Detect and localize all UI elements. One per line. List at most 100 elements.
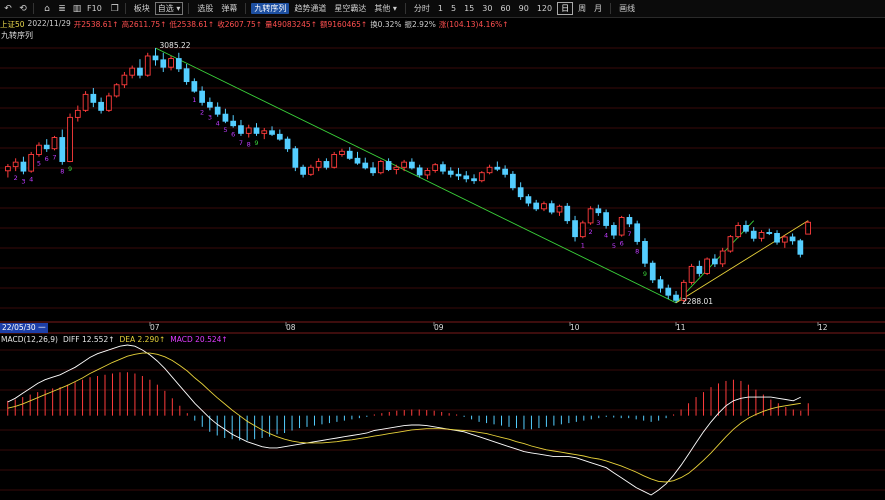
- sequence-mark: 2: [14, 174, 18, 182]
- candle-body: [339, 150, 345, 155]
- macd-panel: [7, 344, 809, 496]
- candle-body: [74, 109, 81, 118]
- candle-body: [634, 223, 641, 242]
- candle-body: [665, 287, 672, 296]
- sequence-mark: 9: [254, 139, 258, 147]
- candle-body: [657, 279, 664, 289]
- chart-canvas[interactable]: 2 3 456 78 91234567 8 912345 6789: [0, 0, 885, 500]
- candle-body: [12, 161, 19, 168]
- macd-title: MACD(12,26,9): [1, 335, 58, 344]
- low-annotation: 2288.01: [682, 296, 714, 306]
- candle-body: [611, 225, 617, 236]
- candle-body: [618, 217, 625, 236]
- candle-body: [781, 236, 788, 243]
- sequence-mark: 2: [589, 228, 593, 236]
- candle-body: [300, 166, 306, 175]
- candle-body: [727, 236, 734, 252]
- candle-body: [36, 144, 42, 155]
- candle-body: [106, 95, 112, 111]
- candle-body: [789, 236, 796, 242]
- candle-body: [719, 250, 726, 265]
- sequence-mark: 3: [596, 219, 600, 227]
- x-tick-label: 10: [570, 323, 580, 332]
- candle-body: [401, 161, 407, 168]
- candle-body: [362, 162, 369, 169]
- candle-body: [323, 161, 330, 168]
- candle-body: [98, 101, 104, 111]
- sequence-mark: 3: [21, 177, 25, 185]
- candle-body: [564, 205, 571, 222]
- x-tick-label: 07: [150, 323, 160, 332]
- candle-body: [269, 130, 275, 135]
- sequence-mark: 7: [52, 153, 56, 161]
- candle-body: [432, 164, 439, 171]
- candle-body: [712, 258, 718, 265]
- candle-body: [284, 138, 291, 150]
- dea-line: [7, 352, 801, 483]
- candle-body: [548, 203, 555, 213]
- sequence-marks: 2 3 456 78 91234567 8 912345 6789: [14, 96, 647, 278]
- candle-body: [642, 241, 648, 264]
- sequence-mark: 1: [581, 241, 585, 249]
- candle-body: [447, 170, 454, 175]
- candle-body: [587, 208, 594, 224]
- sequence-mark: 6: [231, 131, 235, 139]
- candle-body: [572, 220, 578, 238]
- macd-legend: MACD(12,26,9) DIFF 12.552↑ DEA 2.290↑ MA…: [1, 335, 228, 344]
- candle-body: [556, 205, 563, 213]
- x-tick-label: 12: [818, 323, 828, 332]
- candle-body: [129, 67, 136, 76]
- candle-body: [673, 294, 679, 301]
- candle-body: [82, 93, 89, 111]
- candle-body: [331, 154, 338, 168]
- candle-body: [502, 168, 508, 175]
- sequence-mark: 7: [627, 230, 631, 238]
- candle-body: [766, 232, 773, 234]
- candle-body: [292, 148, 299, 168]
- sequence-mark: 8: [60, 168, 64, 176]
- candle-body: [416, 167, 423, 176]
- candlestick-series: [5, 47, 811, 303]
- candle-body: [533, 202, 540, 210]
- candle-body: [797, 240, 804, 255]
- sequence-mark: 8: [635, 248, 639, 256]
- candle-body: [486, 166, 493, 174]
- candle-body: [510, 173, 516, 189]
- candle-body: [626, 217, 633, 225]
- trend-line: [155, 47, 677, 304]
- macd-diff-value: DIFF 12.552↑: [62, 335, 115, 344]
- candle-body: [385, 161, 392, 170]
- candle-body: [517, 187, 524, 198]
- sequence-mark: 9: [68, 165, 72, 173]
- candle-body: [805, 221, 811, 235]
- candle-body: [276, 133, 283, 140]
- candle-body: [649, 262, 656, 281]
- candle-body: [774, 233, 780, 243]
- candle-body: [214, 106, 221, 115]
- candle-body: [370, 167, 376, 174]
- candle-body: [168, 58, 174, 68]
- candle-body: [595, 208, 602, 214]
- candle-body: [238, 125, 244, 134]
- candle-body: [207, 101, 213, 108]
- candle-body: [494, 166, 501, 170]
- candle-body: [541, 203, 547, 210]
- x-tick-label: 11: [676, 323, 686, 332]
- candle-body: [191, 81, 198, 92]
- candle-body: [90, 93, 97, 103]
- candle-body: [750, 230, 757, 239]
- sequence-mark: 4: [216, 120, 220, 128]
- candle-body: [354, 157, 361, 164]
- candle-body: [183, 68, 190, 83]
- macd-value: MACD 20.524↑: [170, 335, 228, 344]
- candle-body: [28, 154, 35, 172]
- candle-body: [121, 74, 128, 86]
- candle-body: [113, 84, 120, 97]
- candle-body: [463, 175, 470, 180]
- candle-body: [245, 127, 252, 134]
- x-tick-label: 08: [286, 323, 296, 332]
- sequence-mark: 2: [200, 109, 204, 117]
- candle-body: [308, 166, 314, 175]
- candle-body: [230, 120, 237, 127]
- candle-body: [440, 164, 446, 172]
